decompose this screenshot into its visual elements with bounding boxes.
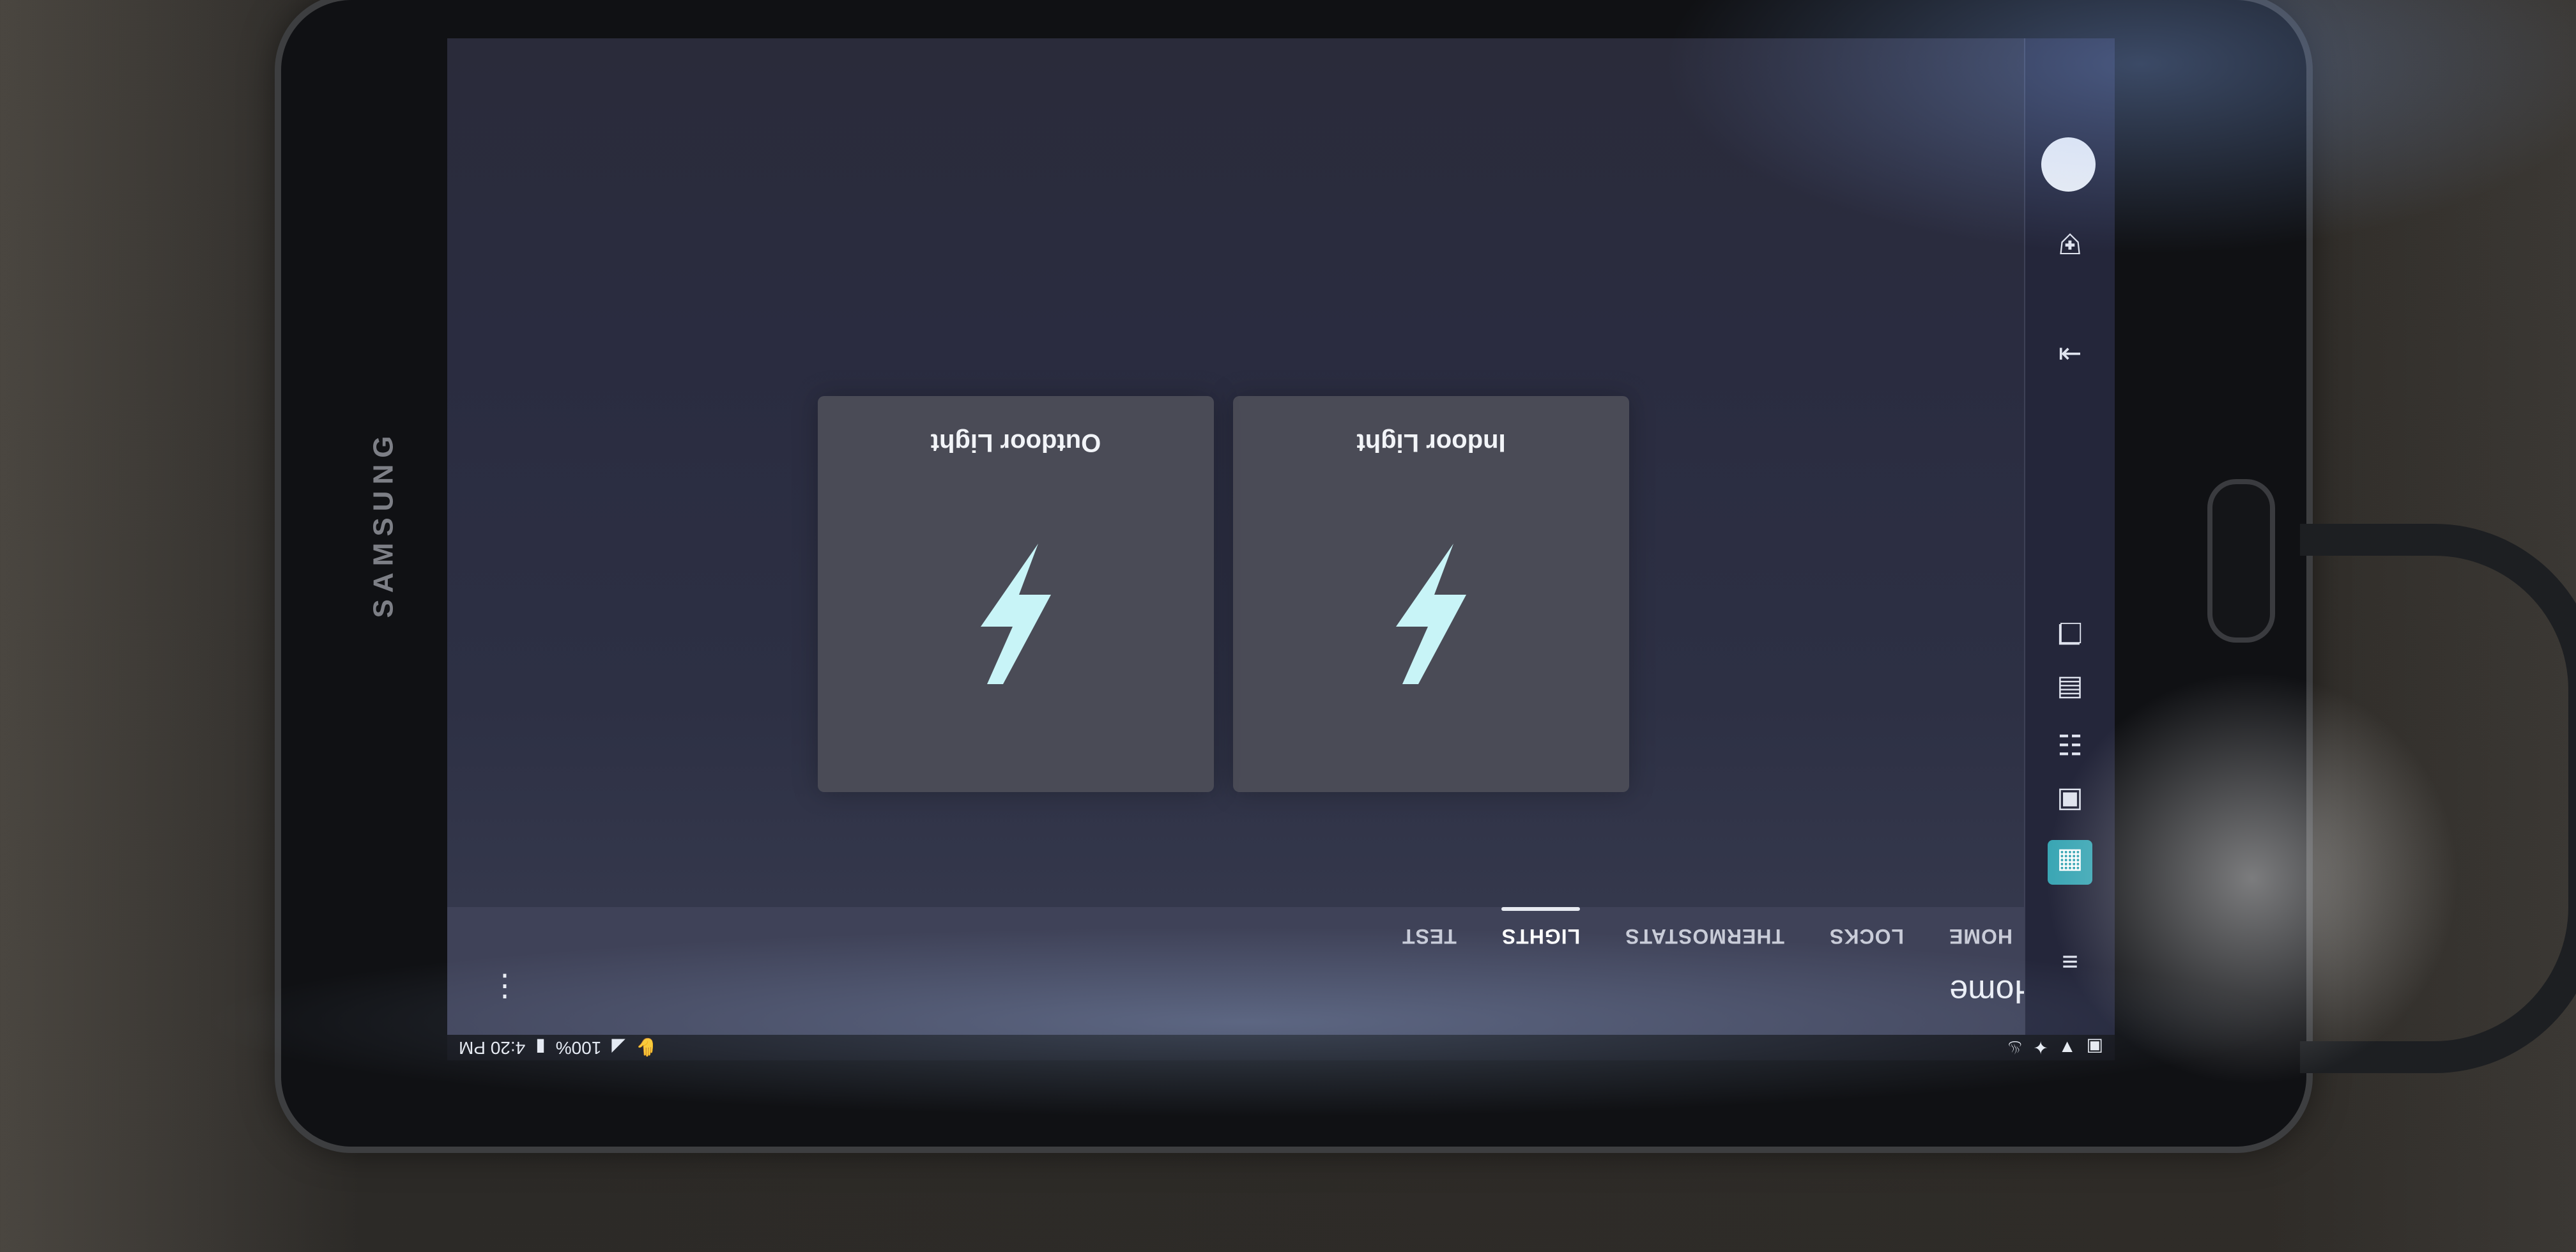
hand-icon: ✋ [635, 1037, 658, 1058]
brand-logo: SAMSUNG [345, 428, 422, 620]
sparkle-icon: ✦ [2033, 1037, 2048, 1058]
no-signal-icon: ◢ [611, 1037, 625, 1058]
tab-lights[interactable]: LIGHTS [1501, 907, 1580, 958]
avatar[interactable] [2041, 137, 2096, 192]
tile-outdoor-light[interactable]: Outdoor Light [818, 396, 1214, 792]
battery-percent: 100% [555, 1038, 602, 1058]
app-bar: ☰ Home ⋮ HOME LOCKS THERMOSTATS LIGHTS T… [447, 907, 2115, 1035]
tile-indoor-light[interactable]: Indoor Light [1233, 396, 1629, 792]
logout-icon[interactable]: ⇥ [2048, 332, 2092, 377]
menu-icon[interactable]: ≡ [2048, 939, 2092, 984]
tile-label: Indoor Light [1356, 429, 1506, 457]
charging-cable [2300, 524, 2576, 1073]
tab-thermostats[interactable]: THERMOSTATS [1625, 907, 1784, 958]
tab-bar: HOME LOCKS THERMOSTATS LIGHTS TEST [447, 907, 2115, 958]
battery-icon: ▮ [535, 1037, 546, 1058]
card-icon[interactable]: ▤ [2048, 668, 2092, 712]
copy-icon[interactable]: ❐ [2048, 610, 2092, 655]
brand-text: SAMSUNG [367, 429, 399, 618]
status-bar: ▣ ▼ ✦ ♨ ✋ ◢ 100% ▮ 4:20 PM [447, 1035, 2115, 1060]
bolt-icon [1396, 544, 1466, 684]
dashboard-icon[interactable]: ▦ [2048, 840, 2092, 885]
calendar-icon[interactable]: ▣ [2048, 779, 2092, 824]
shield-icon[interactable]: ⛨ [2048, 220, 2092, 265]
bolt-icon [981, 544, 1051, 684]
more-vertical-icon[interactable]: ⋮ [486, 965, 524, 1009]
app-screen: ▣ ▼ ✦ ♨ ✋ ◢ 100% ▮ 4:20 PM ☰ Home ⋮ HOME… [447, 38, 2115, 1060]
home-button[interactable] [2207, 479, 2275, 643]
status-time: 4:20 PM [459, 1038, 526, 1058]
sidebar: ≡ ▦ ▣ ☷ ▤ ❐ ⇥ ⛨ [2024, 38, 2115, 1035]
tab-test[interactable]: TEST [1402, 907, 1457, 958]
tab-locks[interactable]: LOCKS [1829, 907, 1904, 958]
fire-icon: ♨ [2007, 1037, 2023, 1058]
notification-icon: ▣ [2086, 1037, 2103, 1058]
wifi-icon: ▼ [2058, 1038, 2076, 1058]
tab-home[interactable]: HOME [1949, 907, 2012, 958]
tile-label: Outdoor Light [930, 429, 1101, 457]
list-icon[interactable]: ☷ [2048, 722, 2092, 767]
